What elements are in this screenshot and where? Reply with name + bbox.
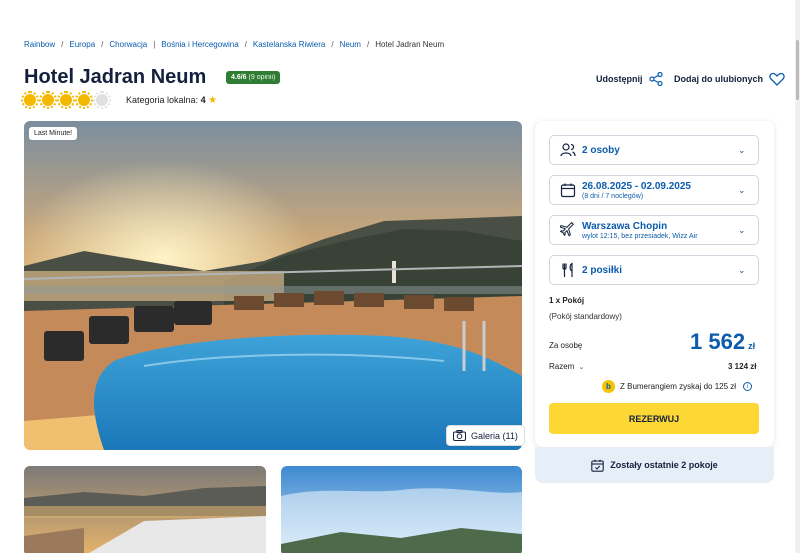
- room-count: 1 x Pokój: [549, 296, 585, 305]
- heart-icon: [769, 72, 785, 86]
- total-price: 3 124 zł: [728, 362, 757, 371]
- calendar-icon: [560, 183, 576, 198]
- rooms-left-notice: Zostały ostatnie 2 pokoje: [535, 447, 774, 483]
- rooms-left-text: Zostały ostatnie 2 pokoje: [610, 460, 718, 470]
- scrollbar-thumb[interactable]: [796, 40, 799, 100]
- breadcrumb: Rainbow / Europa / Chorwacja | Bośnia i …: [24, 40, 444, 49]
- breadcrumb-item-rainbow[interactable]: Rainbow: [24, 40, 55, 49]
- per-person-label: Za osobę: [549, 341, 583, 350]
- dates-value: 26.08.2025 - 02.09.2025: [582, 180, 691, 192]
- camera-icon: [453, 430, 466, 441]
- flight-select[interactable]: Warszawa Chopin wylot 12:15, bez przesia…: [549, 215, 759, 245]
- local-category: Kategoria lokalna: 4 ★: [126, 95, 217, 106]
- breadcrumb-separator: /: [101, 40, 104, 49]
- bumerang-text: Z Bumerangiem zyskaj do 125 zł: [620, 382, 737, 391]
- rating-value: 4.6/6: [231, 74, 247, 81]
- share-label: Udostępnij: [596, 74, 643, 84]
- price-value: 1 562: [690, 329, 746, 354]
- breadcrumb-item-kastelanska[interactable]: Kastelanska Riwiera: [253, 40, 325, 49]
- persons-value: 2 osoby: [582, 144, 620, 156]
- sun-icon: [75, 91, 93, 109]
- total-label: Razem: [549, 362, 575, 371]
- favorite-button[interactable]: Dodaj do ulubionych: [674, 72, 785, 86]
- cutlery-icon: [562, 262, 573, 277]
- breadcrumb-item-bosnia[interactable]: Bośnia i Hercegowina: [161, 40, 238, 49]
- meals-value: 2 posiłki: [582, 264, 623, 276]
- breadcrumb-current: Hotel Jadran Neum: [375, 40, 445, 49]
- plane-icon: [560, 222, 575, 237]
- reserve-button[interactable]: REZERWUJ: [549, 403, 759, 434]
- gallery-thumbnail[interactable]: [24, 466, 266, 553]
- sun-icon: [39, 91, 57, 109]
- category-label: Kategoria lokalna:: [126, 95, 199, 105]
- gallery-button[interactable]: Galeria (11): [446, 425, 525, 446]
- breadcrumb-item-europa[interactable]: Europa: [69, 40, 95, 49]
- chevron-down-icon: ⌄: [738, 144, 746, 155]
- chevron-down-icon: ⌄: [738, 264, 746, 275]
- breadcrumb-separator: /: [366, 40, 370, 49]
- rating-reviews: (9 opinii): [248, 74, 276, 81]
- page-scrollbar[interactable]: [795, 0, 800, 553]
- breadcrumb-separator: /: [244, 40, 247, 49]
- breadcrumb-item-neum[interactable]: Neum: [340, 40, 361, 49]
- persons-select[interactable]: 2 osoby ⌄: [549, 135, 759, 165]
- sun-icon: [21, 91, 39, 109]
- chevron-down-icon: ⌄: [738, 184, 746, 195]
- gallery-label: Galeria (11): [471, 430, 518, 441]
- bumerang-info: b Z Bumerangiem zyskaj do 125 zł i: [602, 380, 753, 393]
- calendar-check-icon: [591, 459, 604, 472]
- breadcrumb-separator: /: [61, 40, 64, 49]
- breadcrumb-item-chorwacja[interactable]: Chorwacja: [109, 40, 147, 49]
- hero-image[interactable]: [24, 121, 522, 450]
- flight-details: wylot 12:15, bez przesiadek, Wizz Air: [582, 232, 698, 240]
- room-type: (Pokój standardowy): [549, 312, 622, 321]
- page-title: Hotel Jadran Neum: [24, 66, 207, 88]
- rating-badge[interactable]: 4.6/6 (9 opinii): [226, 71, 281, 84]
- breadcrumb-separator: /: [331, 40, 334, 49]
- chevron-down-icon: ⌄: [578, 364, 585, 371]
- favorite-label: Dodaj do ulubionych: [674, 74, 763, 84]
- people-icon: [560, 143, 576, 157]
- sun-rating: [21, 91, 111, 109]
- gallery-thumbnail[interactable]: [281, 466, 522, 553]
- share-button[interactable]: Udostępnij: [596, 72, 663, 86]
- share-icon: [648, 72, 663, 86]
- total-toggle[interactable]: Razem ⌄: [549, 362, 584, 371]
- sun-empty-icon: [93, 91, 111, 109]
- chevron-down-icon: ⌄: [738, 224, 746, 235]
- last-minute-badge: Last Minute!: [29, 127, 78, 140]
- dates-duration: (8 dni / 7 noclegów): [582, 192, 644, 200]
- price-per-person: 1 562 zł: [690, 329, 755, 355]
- price-currency: zł: [748, 341, 756, 351]
- star-icon: ★: [208, 95, 218, 106]
- bumerang-logo-icon: b: [602, 380, 615, 393]
- flight-value: Warszawa Chopin: [582, 220, 668, 232]
- meals-select[interactable]: 2 posiłki ⌄: [549, 255, 759, 285]
- category-value: 4: [200, 95, 206, 105]
- breadcrumb-separator: |: [153, 40, 156, 49]
- sun-icon: [57, 91, 75, 109]
- info-icon[interactable]: i: [743, 382, 753, 391]
- dates-select[interactable]: 26.08.2025 - 02.09.2025 (8 dni / 7 nocle…: [549, 175, 759, 205]
